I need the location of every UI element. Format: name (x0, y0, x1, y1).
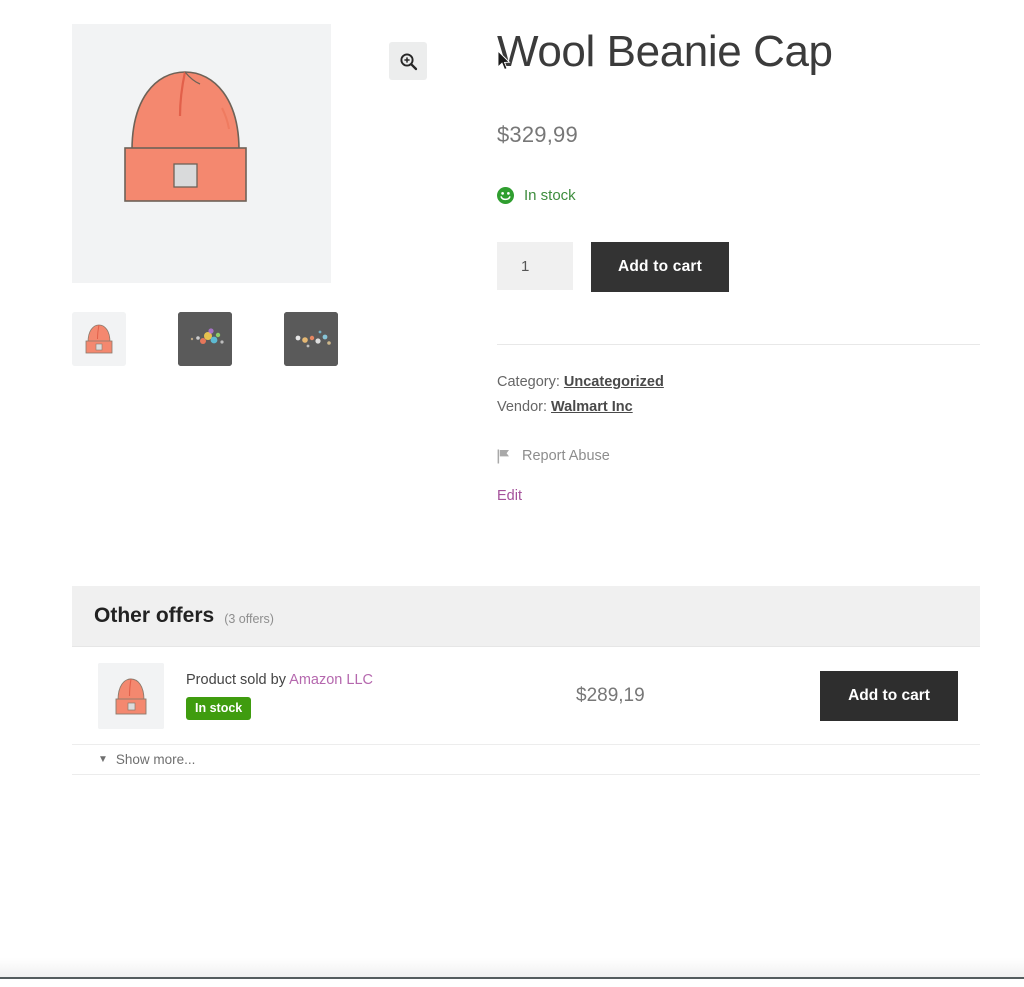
zoom-image-button[interactable] (389, 42, 427, 80)
product-page: Wool Beanie Cap $329,99 In stock Add to … (0, 0, 1024, 987)
add-to-cart-form: Add to cart (497, 242, 980, 292)
offer-row: Product sold by Amazon LLC In stock $289… (72, 647, 980, 745)
category-label: Category: (497, 374, 560, 390)
beanie-illustration (72, 24, 331, 283)
product-price: $329,99 (497, 122, 980, 148)
report-abuse-row[interactable]: Report Abuse (497, 448, 980, 464)
beanie-thumbnail-icon (72, 312, 126, 366)
add-to-cart-button[interactable]: Add to cart (591, 242, 729, 292)
offer-vendor-link[interactable]: Amazon LLC (289, 672, 373, 688)
bokeh-lights-thumbnail-1-icon (178, 312, 232, 366)
offer-info: Product sold by Amazon LLC In stock (186, 672, 516, 720)
product-summary-section: Wool Beanie Cap $329,99 In stock Add to … (72, 24, 980, 544)
main-image-wrapper (72, 24, 331, 283)
other-offers-count: (3 offers) (224, 612, 274, 626)
thumbnail-beanie[interactable] (72, 312, 126, 366)
stock-status-row: In stock (497, 187, 980, 204)
report-abuse-label: Report Abuse (522, 448, 610, 464)
edit-link[interactable]: Edit (497, 488, 522, 504)
quantity-input[interactable] (497, 242, 573, 290)
window-bottom-edge (0, 977, 1024, 979)
category-line: Category: Uncategorized (497, 370, 980, 395)
show-more-button[interactable]: ▼ Show more... (98, 752, 195, 767)
chevron-down-icon: ▼ (98, 755, 108, 765)
offer-stock-badge: In stock (186, 697, 251, 720)
smiley-face-icon (497, 187, 514, 204)
product-main-image[interactable] (72, 24, 331, 283)
other-offers-panel: Other offers (3 offers) Product sold by … (72, 586, 980, 775)
magnifier-plus-icon (399, 52, 418, 71)
offer-sold-by-prefix: Product sold by (186, 672, 289, 688)
other-offers-header: Other offers (3 offers) (72, 586, 980, 647)
show-more-bar: ▼ Show more... (72, 745, 980, 775)
offer-sold-by: Product sold by Amazon LLC (186, 672, 516, 688)
vendor-link[interactable]: Walmart Inc (551, 399, 633, 415)
product-gallery (72, 24, 462, 283)
offer-thumbnail[interactable] (98, 663, 164, 729)
thumbnail-bokeh-1[interactable] (178, 312, 232, 366)
offer-cta: Add to cart (820, 671, 958, 721)
window-bottom-gradient (0, 958, 1024, 977)
stock-status-text: In stock (524, 187, 576, 204)
product-summary: Wool Beanie Cap $329,99 In stock Add to … (497, 24, 980, 505)
offer-price: $289,19 (516, 685, 746, 707)
summary-divider (497, 344, 980, 345)
offer-add-to-cart-button[interactable]: Add to cart (820, 671, 958, 721)
flag-icon (497, 449, 510, 464)
thumbnail-strip (72, 312, 338, 366)
vendor-line: Vendor: Walmart Inc (497, 395, 980, 420)
bokeh-lights-thumbnail-2-icon (284, 312, 338, 366)
product-meta: Category: Uncategorized Vendor: Walmart … (497, 370, 980, 420)
other-offers-title: Other offers (94, 604, 214, 628)
show-more-label: Show more... (116, 752, 196, 767)
category-link[interactable]: Uncategorized (564, 374, 664, 390)
beanie-offer-thumbnail-icon (98, 663, 164, 729)
thumbnail-bokeh-2[interactable] (284, 312, 338, 366)
vendor-label: Vendor: (497, 399, 547, 415)
product-title: Wool Beanie Cap (497, 24, 980, 74)
